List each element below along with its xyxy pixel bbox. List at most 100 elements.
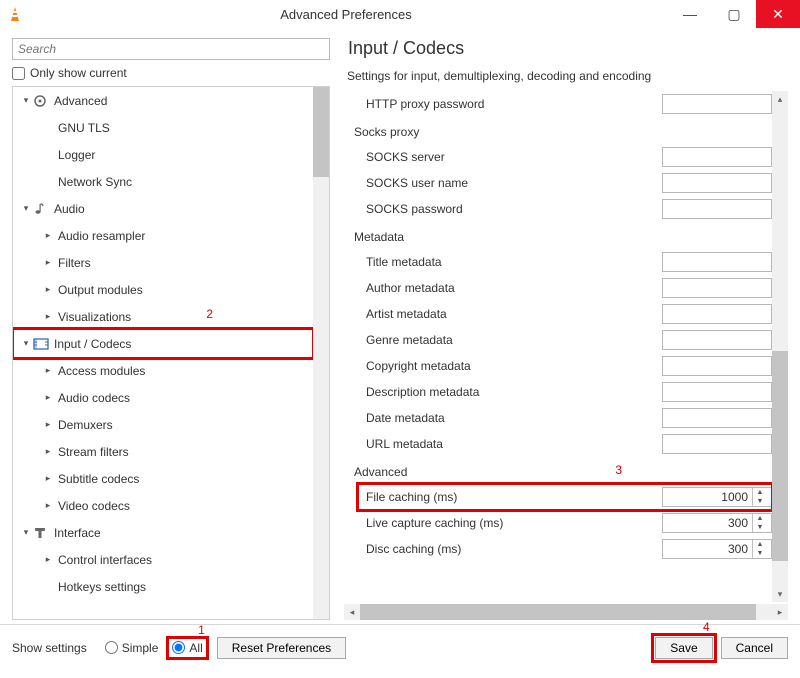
expander-icon[interactable]: ▸ [41, 365, 55, 376]
minimize-button[interactable]: — [668, 0, 712, 28]
tree-item-audiores[interactable]: ▸Audio resampler [13, 222, 313, 249]
scroll-right-icon[interactable]: ▸ [772, 607, 788, 618]
expander-icon[interactable]: ▾ [19, 95, 33, 106]
all-radio-input[interactable] [172, 641, 185, 654]
save-button[interactable]: Save4 [655, 637, 712, 659]
settings-scroll[interactable]: HTTP proxy passwordSocks proxySOCKS serv… [344, 91, 772, 602]
expander-icon[interactable]: ▾ [19, 338, 33, 349]
cancel-button[interactable]: Cancel [721, 637, 788, 659]
tree-item-hotkeys[interactable]: Hotkeys settings [13, 573, 313, 600]
only-show-current-checkbox[interactable]: Only show current [12, 66, 330, 80]
tree-item-inputcodecs[interactable]: ▾Input / Codecs [13, 330, 313, 357]
tree-item-streamfilt[interactable]: ▸Stream filters [13, 438, 313, 465]
expander-icon[interactable]: ▸ [41, 473, 55, 484]
tree-item-interface[interactable]: ▾Interface [13, 519, 313, 546]
tree-scrollbar[interactable] [313, 87, 329, 619]
left-panel: Only show current ▾AdvancedGNU TLSLogger… [12, 38, 330, 620]
number-spinner[interactable]: 1000▲▼ [662, 487, 772, 507]
number-spinner[interactable]: 300▲▼ [662, 539, 772, 559]
tree-item-demuxers[interactable]: ▸Demuxers [13, 411, 313, 438]
right-panel: Input / Codecs Settings for input, demul… [344, 38, 788, 620]
simple-radio-input[interactable] [105, 641, 118, 654]
tree-item-vidcodecs[interactable]: ▸Video codecs [13, 492, 313, 519]
expander-icon[interactable]: ▸ [41, 500, 55, 511]
tree-scroll[interactable]: ▾AdvancedGNU TLSLogger Network Sync ▾Audio… [13, 87, 313, 619]
spin-down-icon[interactable]: ▼ [753, 497, 767, 506]
settings-scrollbar[interactable]: ▴ ▾ [772, 91, 788, 602]
reset-preferences-button[interactable]: Reset Preferences [217, 637, 346, 659]
tree-item-ctrlif[interactable]: ▸Control interfaces [13, 546, 313, 573]
tree-scrollbar-thumb[interactable] [313, 87, 329, 177]
text-input[interactable] [662, 252, 772, 272]
expander-icon[interactable]: ▸ [41, 446, 55, 457]
expander-icon[interactable]: ▸ [41, 554, 55, 565]
expander-icon[interactable]: ▸ [41, 392, 55, 403]
field-row: File caching (ms)1000▲▼ [344, 484, 772, 510]
text-input[interactable] [662, 304, 772, 324]
tree-item-label: Access modules [55, 364, 145, 378]
field-label: File caching (ms) [366, 490, 662, 504]
settings-scrollbar-thumb[interactable] [772, 351, 788, 561]
number-spinner[interactable]: 300▲▼ [662, 513, 772, 533]
all-radio[interactable]: All 1 [172, 641, 202, 655]
tree-item-networksync[interactable]: Network Sync [13, 168, 313, 195]
h-scroll-track[interactable] [360, 604, 772, 620]
bottom-bar: Show settings Simple All 1 Reset Prefere… [0, 624, 800, 670]
field-label: Title metadata [366, 255, 662, 269]
scroll-up-icon[interactable]: ▴ [772, 91, 788, 107]
expander-icon[interactable]: ▾ [19, 527, 33, 538]
text-input[interactable] [662, 199, 772, 219]
spin-up-icon[interactable]: ▲ [753, 540, 767, 549]
tree-item-outputmod[interactable]: ▸Output modules [13, 276, 313, 303]
field-row: Artist metadata [344, 301, 772, 327]
tree-item-filters[interactable]: ▸Filters [13, 249, 313, 276]
all-radio-label: All [189, 641, 202, 655]
spinner-value: 300 [667, 516, 752, 530]
field-label: HTTP proxy password [366, 97, 662, 111]
spinner-buttons[interactable]: ▲▼ [752, 514, 767, 532]
spin-down-icon[interactable]: ▼ [753, 549, 767, 558]
spin-up-icon[interactable]: ▲ [753, 488, 767, 497]
text-input[interactable] [662, 408, 772, 428]
tree-item-advanced[interactable]: ▾Advanced [13, 87, 313, 114]
field-row: HTTP proxy password [344, 91, 772, 117]
scroll-down-icon[interactable]: ▾ [772, 586, 788, 602]
text-input[interactable] [662, 356, 772, 376]
expander-icon[interactable]: ▸ [41, 311, 55, 322]
expander-icon[interactable]: ▸ [41, 230, 55, 241]
text-input[interactable] [662, 382, 772, 402]
simple-radio[interactable]: Simple [105, 641, 159, 655]
tree-item-logger[interactable]: Logger [13, 141, 313, 168]
tree-item-label: Filters [55, 256, 91, 270]
tree-item-subcodecs[interactable]: ▸Subtitle codecs [13, 465, 313, 492]
tree-item-accessmod[interactable]: ▸Access modules [13, 357, 313, 384]
tree-item-audiocodecs[interactable]: ▸Audio codecs [13, 384, 313, 411]
brush-icon [33, 526, 51, 540]
only-show-current-box[interactable] [12, 67, 25, 80]
h-scroll-thumb[interactable] [360, 604, 756, 620]
spin-up-icon[interactable]: ▲ [753, 514, 767, 523]
search-input[interactable] [12, 38, 330, 60]
tree-item-audio[interactable]: ▾Audio [13, 195, 313, 222]
tree-item-visual[interactable]: ▸Visualizations2 [13, 303, 313, 330]
expander-icon[interactable]: ▾ [19, 203, 33, 214]
text-input[interactable] [662, 434, 772, 454]
spinner-buttons[interactable]: ▲▼ [752, 488, 767, 506]
tree-item-gnutls[interactable]: GNU TLS [13, 114, 313, 141]
settings-h-scrollbar[interactable]: ◂ ▸ [344, 604, 788, 620]
annotation-number-2: 2 [206, 307, 213, 321]
tree-item-label: Network Sync [55, 175, 132, 189]
text-input[interactable] [662, 330, 772, 350]
expander-icon[interactable]: ▸ [41, 284, 55, 295]
scroll-left-icon[interactable]: ◂ [344, 607, 360, 618]
close-button[interactable]: ✕ [756, 0, 800, 28]
text-input[interactable] [662, 94, 772, 114]
maximize-button[interactable]: ▢ [712, 0, 756, 28]
text-input[interactable] [662, 147, 772, 167]
expander-icon[interactable]: ▸ [41, 419, 55, 430]
text-input[interactable] [662, 173, 772, 193]
spin-down-icon[interactable]: ▼ [753, 523, 767, 532]
text-input[interactable] [662, 278, 772, 298]
expander-icon[interactable]: ▸ [41, 257, 55, 268]
spinner-buttons[interactable]: ▲▼ [752, 540, 767, 558]
